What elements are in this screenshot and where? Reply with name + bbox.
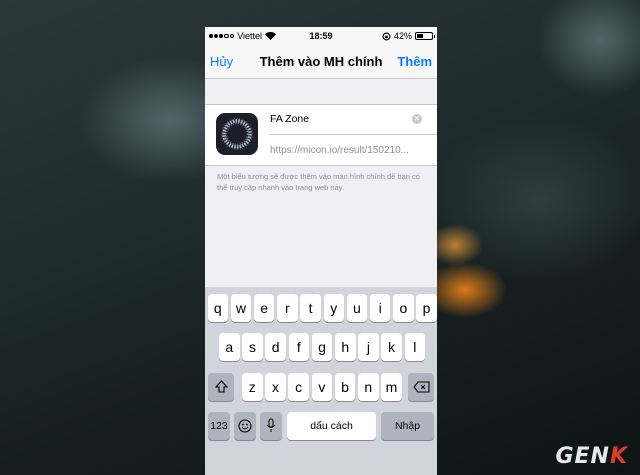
key-y[interactable]: y bbox=[323, 294, 344, 322]
key-c[interactable]: c bbox=[288, 373, 309, 401]
space-key[interactable]: dấu cách bbox=[287, 412, 376, 440]
description-text: Một biểu tượng sẽ được thêm vào màn hình… bbox=[217, 172, 420, 192]
add-button[interactable]: Thêm bbox=[397, 54, 432, 69]
key-d[interactable]: d bbox=[265, 333, 286, 361]
backspace-key[interactable] bbox=[408, 373, 434, 401]
battery-group: 42% bbox=[382, 31, 435, 41]
key-m[interactable]: m bbox=[381, 373, 402, 401]
key-x[interactable]: x bbox=[265, 373, 286, 401]
key-e[interactable]: e bbox=[253, 294, 275, 322]
keyboard: qwertyuiop asdfghjkl zxcvbnm 123 dấu các… bbox=[205, 287, 437, 475]
navigation-bar: Hủy Thêm vào MH chính Thêm bbox=[205, 45, 437, 79]
numbers-key[interactable]: 123 bbox=[208, 412, 230, 440]
status-bar: Viettel 18:59 42% bbox=[205, 27, 437, 45]
key-i[interactable]: i bbox=[369, 294, 391, 322]
battery-fill bbox=[417, 34, 423, 38]
key-w[interactable]: w bbox=[230, 294, 252, 322]
bookmark-card: ✕ https://micon.io/result/150210... bbox=[205, 104, 437, 166]
key-a[interactable]: a bbox=[219, 333, 240, 361]
return-key[interactable]: Nhập bbox=[381, 412, 434, 440]
name-input[interactable] bbox=[270, 113, 400, 125]
key-h[interactable]: h bbox=[335, 333, 356, 361]
app-icon bbox=[216, 113, 258, 155]
key-f[interactable]: f bbox=[288, 333, 310, 361]
shift-icon bbox=[214, 380, 228, 393]
key-v[interactable]: v bbox=[311, 373, 333, 401]
key-q[interactable]: q bbox=[207, 294, 228, 322]
key-z[interactable]: z bbox=[242, 373, 263, 401]
emoji-icon bbox=[238, 419, 252, 433]
key-u[interactable]: u bbox=[346, 294, 368, 322]
battery-icon bbox=[415, 32, 435, 40]
key-b[interactable]: b bbox=[334, 373, 356, 401]
emoji-key[interactable] bbox=[234, 412, 256, 440]
watermark-accent: K bbox=[609, 444, 628, 469]
backspace-icon bbox=[412, 381, 430, 393]
key-p[interactable]: p bbox=[416, 294, 437, 322]
shift-key[interactable] bbox=[208, 373, 234, 401]
microphone-icon bbox=[266, 418, 276, 432]
keyboard-row-4: 123 dấu cách Nhập bbox=[205, 412, 437, 440]
keyboard-row-2: asdfghjkl bbox=[205, 333, 437, 361]
ring-logo-icon bbox=[221, 118, 253, 150]
watermark-text: GEN bbox=[555, 444, 610, 469]
url-text: https://micon.io/result/150210... bbox=[270, 145, 409, 156]
phone-screen: Viettel 18:59 42% Hủy Thêm vào MH chính … bbox=[205, 27, 437, 475]
key-s[interactable]: s bbox=[242, 333, 263, 361]
name-row: ✕ bbox=[270, 105, 437, 135]
microphone-key[interactable] bbox=[260, 412, 282, 440]
key-o[interactable]: o bbox=[393, 294, 414, 322]
key-r[interactable]: r bbox=[277, 294, 298, 322]
key-j[interactable]: j bbox=[358, 333, 379, 361]
clear-icon[interactable]: ✕ bbox=[412, 114, 422, 124]
key-l[interactable]: l bbox=[404, 333, 426, 361]
keyboard-row-3: zxcvbnm bbox=[205, 373, 437, 401]
key-t[interactable]: t bbox=[300, 294, 321, 322]
watermark-logo: GENK bbox=[555, 444, 628, 469]
battery-percent: 42% bbox=[393, 31, 412, 41]
key-n[interactable]: n bbox=[358, 373, 379, 401]
keyboard-row-1: qwertyuiop bbox=[205, 294, 437, 322]
key-k[interactable]: k bbox=[381, 333, 402, 361]
rotation-lock-icon bbox=[382, 32, 391, 40]
key-g[interactable]: g bbox=[311, 333, 333, 361]
